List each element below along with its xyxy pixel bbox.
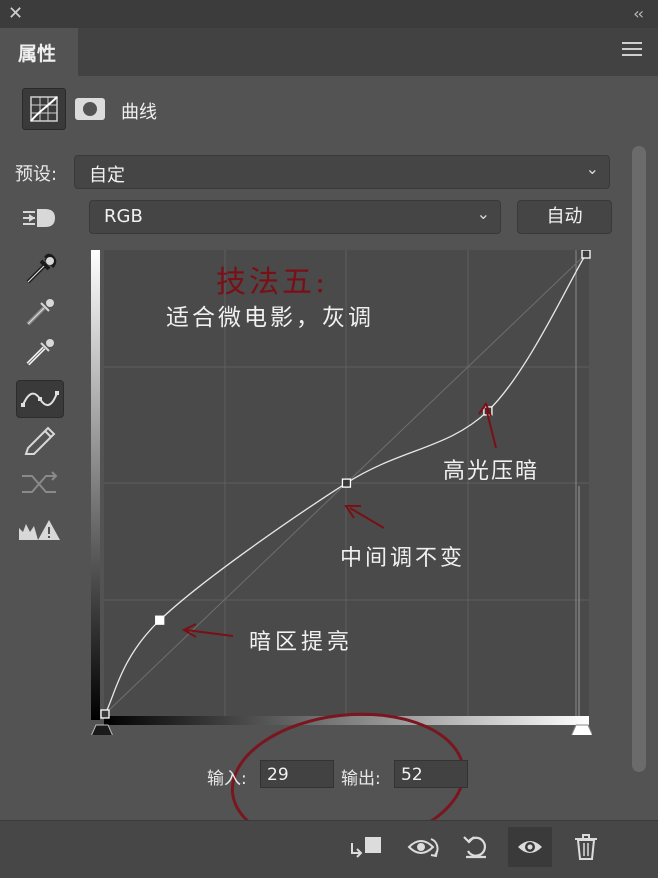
arrow-midtones (349, 507, 385, 529)
delete-trash-icon[interactable] (564, 827, 608, 867)
panel-footer (0, 820, 658, 878)
view-previous-state-icon[interactable] (401, 827, 445, 867)
input-label: 输入: (207, 769, 247, 789)
scrollbar-thumb[interactable] (632, 146, 646, 772)
arrowhead-icon (478, 401, 492, 417)
visibility-eye-icon[interactable] (508, 827, 552, 867)
reset-icon[interactable] (455, 827, 499, 867)
output-field[interactable]: 52 (394, 760, 468, 788)
clip-to-layer-icon[interactable] (346, 827, 390, 867)
annotation-overlay (181, 401, 497, 850)
input-field[interactable]: 29 (260, 760, 334, 788)
input-output-row: 输入: 29 输出: 52 (0, 758, 658, 794)
output-label: 输出: (341, 769, 381, 789)
